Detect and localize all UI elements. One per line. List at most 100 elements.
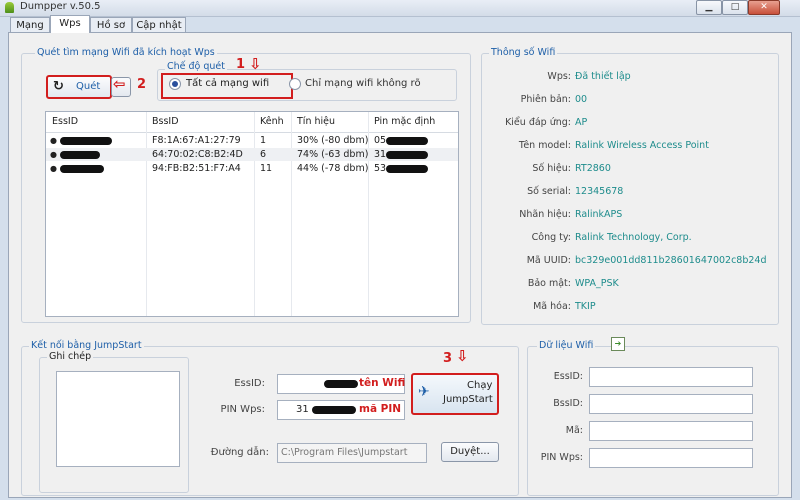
- network-list[interactable]: EssID BssID Kênh Tín hiệu Pin mặc định ●…: [45, 111, 459, 317]
- col-bssid[interactable]: BssID: [152, 112, 179, 132]
- field-label: Phiên bản:: [520, 94, 571, 105]
- lock-icon: ●: [50, 150, 57, 159]
- row-signal: 74% (-63 dbm): [297, 149, 369, 160]
- field-value: Ralink Wireless Access Point: [575, 140, 709, 151]
- field-value: 00: [575, 94, 588, 105]
- field-value: Đã thiết lập: [575, 71, 631, 82]
- row-bssid: F8:1A:67:A1:27:79: [152, 135, 241, 146]
- run-button-line1: Chạy: [467, 380, 493, 391]
- tab-ho-so[interactable]: Hồ sơ: [90, 17, 132, 33]
- pin-annotation: mã PIN: [359, 403, 402, 415]
- save-icon: ➔: [611, 337, 625, 351]
- scan-button[interactable]: ↻ Quét: [46, 75, 112, 99]
- data-pin-label: PIN Wps:: [540, 452, 583, 463]
- field-value: bc329e001dd811b28601647002c8b24d: [575, 255, 767, 266]
- row-channel: 6: [260, 149, 267, 160]
- notes-textarea[interactable]: [56, 371, 180, 467]
- mode-all-radio[interactable]: [169, 78, 181, 90]
- mode-unknown-label[interactable]: Chỉ mạng wifi không rõ: [305, 78, 421, 89]
- col-essid[interactable]: EssID: [52, 112, 78, 132]
- wifi-info-title: Thông số Wifi: [489, 47, 558, 58]
- row-pin: 53: [374, 162, 429, 175]
- field-label: Mã UUID:: [526, 255, 571, 266]
- row-signal: 30% (-80 dbm): [297, 135, 369, 146]
- run-jumpstart-button[interactable]: ✈ Chạy JumpStart: [411, 373, 499, 415]
- browse-button[interactable]: Duyệt...: [441, 442, 499, 462]
- essid-label: EssID:: [234, 378, 265, 389]
- minimize-button[interactable]: ▁: [696, 0, 722, 15]
- field-value: AP: [575, 117, 588, 128]
- wifi-data-title: Dữ liệu Wifi: [537, 340, 596, 351]
- row-pin: 31: [374, 148, 429, 161]
- data-key-label: Mã:: [565, 425, 583, 436]
- list-header: EssID BssID Kênh Tín hiệu Pin mặc định: [46, 112, 458, 133]
- annotation-1: 1: [236, 57, 246, 72]
- row-bssid: 94:FB:B2:51:F7:A4: [152, 163, 241, 174]
- path-input[interactable]: C:\Program Files\Jumpstart: [277, 443, 427, 463]
- col-pin[interactable]: Pin mặc định: [374, 112, 435, 132]
- refresh-icon: ↻: [53, 79, 64, 94]
- annotation-arrow-1-icon: ⇩: [249, 55, 262, 73]
- essid-masked: [60, 162, 104, 175]
- annotation-2: 2: [137, 77, 147, 92]
- field-value: WPA_PSK: [575, 278, 619, 289]
- data-pin-input[interactable]: [589, 448, 753, 468]
- field-label: Mã hóa:: [533, 301, 571, 312]
- field-value: TKIP: [575, 301, 596, 312]
- path-value: C:\Program Files\Jumpstart: [281, 447, 408, 458]
- field-label: Số serial:: [527, 186, 571, 197]
- field-label: Nhãn hiệu:: [519, 209, 571, 220]
- lock-icon: ●: [50, 164, 57, 173]
- wifi-info-fields: Wps: Đã thiết lập Phiên bản: 00 Kiểu đáp…: [481, 71, 777, 321]
- tab-wps[interactable]: Wps: [50, 15, 90, 33]
- scan-button-label: Quét: [76, 81, 101, 92]
- runner-icon: ✈: [418, 384, 430, 400]
- path-label: Đường dẫn:: [210, 447, 269, 458]
- close-button[interactable]: ✕: [748, 0, 780, 15]
- scan-group-title: Quét tìm mạng Wifi đã kích hoạt Wps: [35, 47, 217, 58]
- data-essid-label: EssID:: [553, 371, 583, 382]
- col-signal[interactable]: Tín hiệu: [297, 112, 335, 132]
- essid-masked: [60, 134, 112, 147]
- table-row[interactable]: ● 94:FB:B2:51:F7:A4 11 44% (-78 dbm) 53: [46, 162, 458, 175]
- window-title: Dumpper v.50.5: [20, 1, 101, 12]
- row-channel: 11: [260, 163, 273, 174]
- scan-mode-title: Chế độ quét: [165, 61, 228, 72]
- field-label: Kiểu đáp ứng:: [505, 117, 571, 128]
- maximize-button[interactable]: □: [722, 0, 748, 15]
- field-label: Số hiệu:: [532, 163, 571, 174]
- essid-masked: [60, 148, 100, 161]
- title-bar: Dumpper v.50.5 ▁ □ ✕: [0, 0, 800, 17]
- tab-cap-nhat[interactable]: Cập nhật: [132, 17, 186, 33]
- row-bssid: 64:70:02:C8:B2:4D: [152, 149, 243, 160]
- row-signal: 44% (-78 dbm): [297, 163, 369, 174]
- annotation-arrow-2-icon: ⇦: [113, 75, 126, 93]
- field-value: 12345678: [575, 186, 624, 197]
- notes-label: Ghi chép: [47, 351, 94, 362]
- run-button-line2: JumpStart: [443, 394, 493, 405]
- tab-mang[interactable]: Mạng: [10, 17, 50, 33]
- app-icon: [5, 2, 14, 13]
- annotation-arrow-3-icon: ⇩: [456, 347, 469, 365]
- col-channel[interactable]: Kênh: [260, 112, 284, 132]
- row-pin: 05: [374, 134, 429, 147]
- field-value: RalinkAPS: [575, 209, 623, 220]
- row-channel: 1: [260, 135, 267, 146]
- field-label: Công ty:: [531, 232, 571, 243]
- data-bssid-input[interactable]: [589, 394, 753, 414]
- mode-unknown-radio[interactable]: [289, 78, 301, 90]
- table-row[interactable]: ● F8:1A:67:A1:27:79 1 30% (-80 dbm) 05: [46, 134, 458, 147]
- essid-annotation: tên Wifi: [359, 377, 406, 389]
- field-label: Tên model:: [518, 140, 571, 151]
- data-essid-input[interactable]: [589, 367, 753, 387]
- annotation-3: 3: [443, 351, 453, 366]
- wps-panel: Quét tìm mạng Wifi đã kích hoạt Wps ↻ Qu…: [8, 32, 792, 498]
- field-label: Bảo mật:: [527, 278, 571, 289]
- table-row[interactable]: ● 64:70:02:C8:B2:4D 6 74% (-63 dbm) 31: [46, 148, 458, 161]
- data-bssid-label: BssID:: [553, 398, 583, 409]
- field-label: Wps:: [547, 71, 571, 82]
- field-value: RT2860: [575, 163, 611, 174]
- pin-value: 31: [296, 404, 309, 415]
- data-key-input[interactable]: [589, 421, 753, 441]
- mode-all-label[interactable]: Tất cả mạng wifi: [186, 78, 269, 89]
